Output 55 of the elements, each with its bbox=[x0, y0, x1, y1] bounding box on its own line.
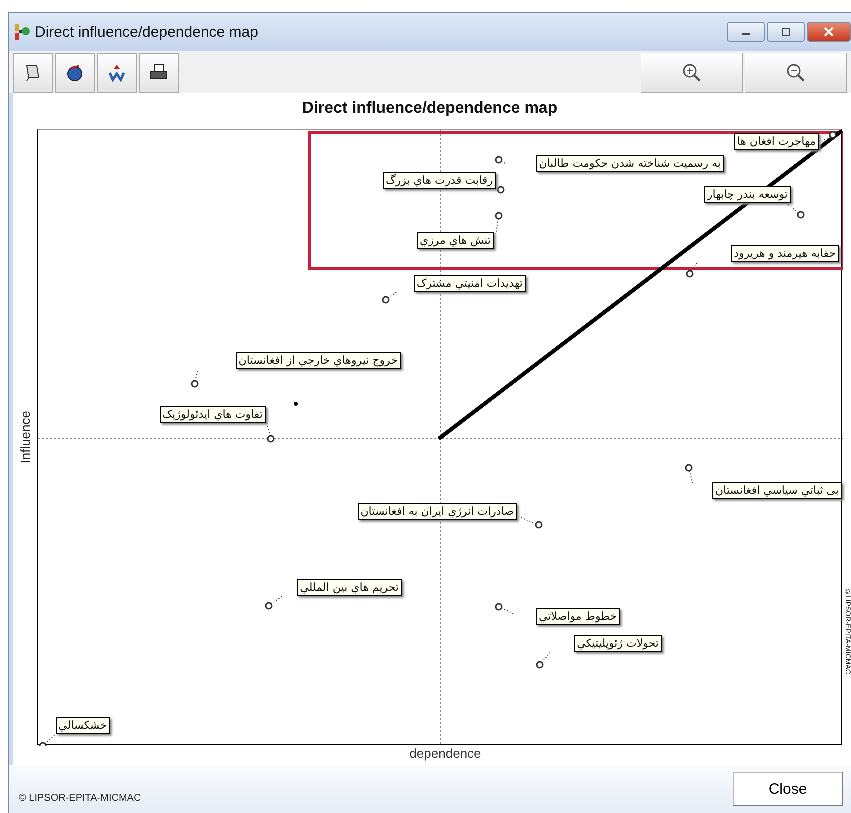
filter-button[interactable] bbox=[97, 53, 137, 93]
data-point bbox=[536, 661, 544, 669]
variable-label: مهاجرت افغان ها bbox=[734, 133, 819, 150]
zoom-in-button[interactable] bbox=[641, 53, 743, 93]
data-point bbox=[265, 602, 273, 610]
data-point bbox=[686, 270, 694, 278]
globe-icon bbox=[65, 63, 85, 83]
variable-label: بی ثباتي سیاسي افغانستان bbox=[712, 482, 842, 499]
data-point bbox=[495, 603, 503, 611]
minimize-button[interactable] bbox=[727, 22, 765, 42]
data-point bbox=[797, 211, 805, 219]
variable-label: خروج نیروهاي خارجي از افغانستان bbox=[236, 352, 401, 369]
leader-line bbox=[786, 202, 802, 216]
variable-label: توسعه بندر چابهار bbox=[704, 186, 791, 203]
y-axis-label: Influence bbox=[18, 410, 32, 464]
leader-line bbox=[540, 652, 552, 666]
zoom-out-icon bbox=[784, 62, 806, 84]
dot-mark bbox=[294, 402, 298, 406]
app-icon bbox=[13, 23, 31, 41]
copy-button[interactable] bbox=[13, 53, 53, 93]
waves-icon bbox=[107, 63, 127, 83]
zoom-in-icon bbox=[680, 62, 702, 84]
chart-title: Direct influence/dependence map bbox=[301, 99, 559, 119]
maximize-icon bbox=[780, 27, 792, 37]
data-point bbox=[685, 464, 693, 472]
color-button[interactable] bbox=[55, 53, 95, 93]
variable-label: رقابت قدرت هاي بزرگ bbox=[382, 172, 496, 189]
variable-label: تحریم هاي بین المللي bbox=[297, 579, 402, 596]
data-point bbox=[535, 521, 543, 529]
variable-label: تفاوت هاي ایدئولوژیک bbox=[160, 406, 266, 423]
close-button[interactable] bbox=[807, 22, 851, 42]
variable-label: تحولات ژئوپلیتیکي bbox=[574, 635, 662, 652]
variable-label: حقابه هیرمند و هریرود bbox=[731, 245, 839, 262]
variable-label: تنش هاي مرزي bbox=[416, 232, 494, 249]
print-button[interactable] bbox=[139, 53, 179, 93]
variable-label: خشکسالي bbox=[56, 717, 110, 734]
variable-label: خطوط مواصلاتي bbox=[536, 608, 620, 625]
data-point bbox=[191, 380, 199, 388]
window-title: Direct influence/dependence map bbox=[35, 24, 258, 40]
data-point bbox=[382, 296, 390, 304]
data-point bbox=[497, 186, 505, 194]
variable-label: صادرات انرژي ایران به افغانستان bbox=[358, 503, 517, 520]
data-point bbox=[495, 212, 503, 220]
maximize-button[interactable] bbox=[767, 22, 805, 42]
variable-label: تهدیدات امنیتي مشترک bbox=[414, 275, 526, 292]
x-axis-label: dependence bbox=[408, 745, 482, 763]
close-icon bbox=[823, 27, 835, 37]
leader-line bbox=[42, 734, 56, 746]
copyright-text: © LIPSOR-EPITA-MICMAC bbox=[19, 792, 142, 804]
close-dialog-button[interactable]: Close bbox=[733, 772, 843, 806]
variable-label: به رسمیت شناخته شدن حکومت طالبان bbox=[536, 155, 724, 172]
data-point bbox=[829, 131, 837, 139]
data-point bbox=[267, 435, 275, 443]
data-point bbox=[39, 742, 47, 746]
data-point bbox=[495, 156, 503, 164]
